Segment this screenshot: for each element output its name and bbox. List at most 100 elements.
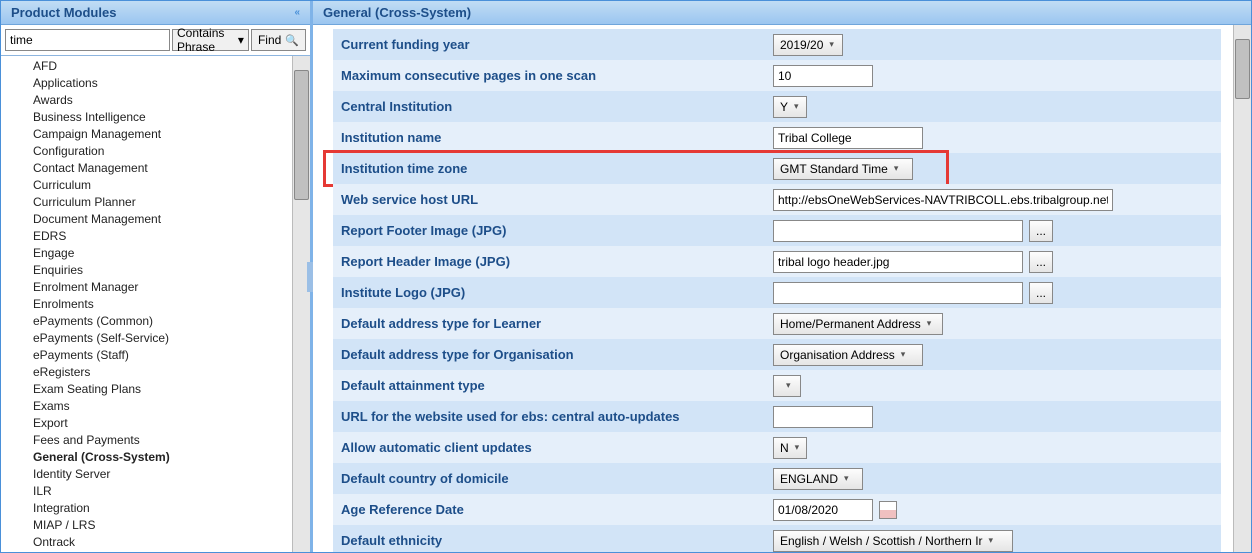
tree-item[interactable]: Curriculum Planner bbox=[1, 194, 292, 211]
setting-row: Institution name bbox=[333, 122, 1221, 153]
tree-item[interactable]: Engage bbox=[1, 245, 292, 262]
search-mode-dropdown[interactable]: Contains Phrase ▾ bbox=[172, 29, 249, 51]
dropdown[interactable]: Organisation Address▾ bbox=[773, 344, 923, 366]
text-input[interactable] bbox=[773, 406, 873, 428]
dropdown[interactable]: Home/Permanent Address▾ bbox=[773, 313, 943, 335]
setting-label: Default ethnicity bbox=[333, 533, 773, 548]
setting-value: ... bbox=[773, 220, 1221, 242]
dropdown[interactable]: ENGLAND▾ bbox=[773, 468, 863, 490]
tree-item[interactable]: Ontrack bbox=[1, 534, 292, 551]
setting-row: Maximum consecutive pages in one scan bbox=[333, 60, 1221, 91]
tree-item[interactable]: ePayments (Staff) bbox=[1, 347, 292, 364]
setting-label: Institute Logo (JPG) bbox=[333, 285, 773, 300]
text-input[interactable] bbox=[773, 65, 873, 87]
tree-item[interactable]: ILR bbox=[1, 483, 292, 500]
search-input[interactable] bbox=[5, 29, 170, 51]
chevron-down-icon: ▾ bbox=[901, 349, 906, 360]
settings-panel: General (Cross-System) Current funding y… bbox=[313, 1, 1251, 552]
setting-label: Web service host URL bbox=[333, 192, 773, 207]
text-input[interactable] bbox=[773, 189, 1113, 211]
tree-item[interactable]: Campaign Management bbox=[1, 126, 292, 143]
dropdown[interactable]: ▾ bbox=[773, 375, 801, 397]
tree-item[interactable]: eRegisters bbox=[1, 364, 292, 381]
setting-value: 2019/20▾ bbox=[773, 34, 1221, 56]
setting-value: Home/Permanent Address▾ bbox=[773, 313, 1221, 335]
setting-label: Default country of domicile bbox=[333, 471, 773, 486]
tree-item[interactable]: Configuration bbox=[1, 143, 292, 160]
setting-label: Age Reference Date bbox=[333, 502, 773, 517]
tree-item[interactable]: Curriculum bbox=[1, 177, 292, 194]
setting-value: English / Welsh / Scottish / Northern Ir… bbox=[773, 530, 1221, 552]
tree-item[interactable]: MIAP / LRS bbox=[1, 517, 292, 534]
setting-label: URL for the website used for ebs: centra… bbox=[333, 409, 773, 424]
tree-item[interactable]: EDRS bbox=[1, 228, 292, 245]
setting-label: Default address type for Learner bbox=[333, 316, 773, 331]
tree-item[interactable]: Enrolments bbox=[1, 296, 292, 313]
dropdown[interactable]: N▾ bbox=[773, 437, 807, 459]
setting-value bbox=[773, 65, 1221, 87]
collapse-icon[interactable]: « bbox=[294, 7, 300, 18]
setting-value: Y▾ bbox=[773, 96, 1221, 118]
search-icon: 🔍 bbox=[285, 34, 299, 47]
tree-item[interactable]: Business Intelligence bbox=[1, 109, 292, 126]
tree-item[interactable]: Enrolment Manager bbox=[1, 279, 292, 296]
setting-label: Current funding year bbox=[333, 37, 773, 52]
tree-item[interactable]: Integration bbox=[1, 500, 292, 517]
chevron-down-icon: ▾ bbox=[894, 163, 899, 174]
dropdown[interactable]: Y▾ bbox=[773, 96, 807, 118]
tree-item[interactable]: Exams bbox=[1, 398, 292, 415]
browse-button[interactable]: ... bbox=[1029, 220, 1053, 242]
browse-button[interactable]: ... bbox=[1029, 251, 1053, 273]
date-input[interactable] bbox=[773, 499, 873, 521]
scrollbar-left[interactable] bbox=[292, 56, 310, 552]
tree-item[interactable]: Applications bbox=[1, 75, 292, 92]
setting-value: ENGLAND▾ bbox=[773, 468, 1221, 490]
setting-label: Institution time zone bbox=[333, 161, 773, 176]
setting-row: Current funding year2019/20▾ bbox=[333, 29, 1221, 60]
chevron-down-icon: ▾ bbox=[927, 318, 932, 329]
setting-label: Institution name bbox=[333, 130, 773, 145]
scrollbar-thumb[interactable] bbox=[294, 70, 309, 200]
setting-row: Default ethnicityEnglish / Welsh / Scott… bbox=[333, 525, 1221, 552]
settings-header: General (Cross-System) bbox=[313, 1, 1251, 25]
browse-button[interactable]: ... bbox=[1029, 282, 1053, 304]
text-input[interactable] bbox=[773, 127, 923, 149]
calendar-icon[interactable] bbox=[879, 501, 897, 519]
setting-row: Web service host URL bbox=[333, 184, 1221, 215]
setting-value: Organisation Address▾ bbox=[773, 344, 1221, 366]
tree-item[interactable]: Export bbox=[1, 415, 292, 432]
scrollbar-right[interactable] bbox=[1233, 25, 1251, 552]
find-button[interactable]: Find 🔍 bbox=[251, 29, 306, 51]
scrollbar-thumb[interactable] bbox=[1235, 39, 1250, 99]
setting-row: Central InstitutionY▾ bbox=[333, 91, 1221, 122]
text-input[interactable] bbox=[773, 282, 1023, 304]
tree-item[interactable]: AFD bbox=[1, 58, 292, 75]
setting-row: Age Reference Date bbox=[333, 494, 1221, 525]
setting-value: ▾ bbox=[773, 375, 1221, 397]
settings-title: General (Cross-System) bbox=[323, 5, 471, 20]
tree-item[interactable]: Awards bbox=[1, 92, 292, 109]
setting-label: Maximum consecutive pages in one scan bbox=[333, 68, 773, 83]
module-tree[interactable]: AFDApplicationsAwardsBusiness Intelligen… bbox=[1, 56, 292, 552]
dropdown[interactable]: 2019/20▾ bbox=[773, 34, 843, 56]
tree-item[interactable]: ePayments (Common) bbox=[1, 313, 292, 330]
setting-label: Central Institution bbox=[333, 99, 773, 114]
text-input[interactable] bbox=[773, 220, 1023, 242]
tree-item[interactable]: Document Management bbox=[1, 211, 292, 228]
chevron-down-icon: ▾ bbox=[794, 101, 799, 112]
setting-row: URL for the website used for ebs: centra… bbox=[333, 401, 1221, 432]
tree-item[interactable]: Ontrack Learner bbox=[1, 551, 292, 552]
dropdown[interactable]: English / Welsh / Scottish / Northern Ir… bbox=[773, 530, 1013, 552]
tree-item[interactable]: General (Cross-System) bbox=[1, 449, 292, 466]
tree-item[interactable]: Enquiries bbox=[1, 262, 292, 279]
setting-value: ... bbox=[773, 282, 1221, 304]
setting-label: Report Footer Image (JPG) bbox=[333, 223, 773, 238]
setting-row: Report Footer Image (JPG)... bbox=[333, 215, 1221, 246]
text-input[interactable] bbox=[773, 251, 1023, 273]
tree-item[interactable]: Identity Server bbox=[1, 466, 292, 483]
tree-item[interactable]: Fees and Payments bbox=[1, 432, 292, 449]
tree-item[interactable]: ePayments (Self-Service) bbox=[1, 330, 292, 347]
dropdown[interactable]: GMT Standard Time▾ bbox=[773, 158, 913, 180]
tree-item[interactable]: Exam Seating Plans bbox=[1, 381, 292, 398]
tree-item[interactable]: Contact Management bbox=[1, 160, 292, 177]
